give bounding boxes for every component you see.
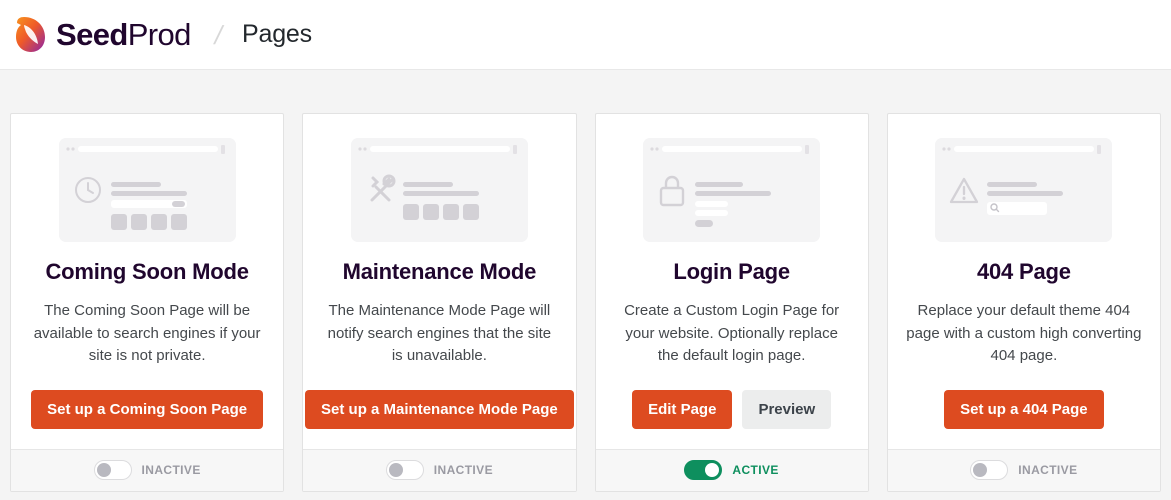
status-toggle[interactable]	[684, 460, 723, 481]
card-body: Coming Soon Mode The Coming Soon Page wi…	[11, 114, 283, 449]
setup-maintenance-mode-page-button[interactable]: Set up a Maintenance Mode Page	[305, 389, 574, 429]
card-body: Login Page Create a Custom Login Page fo…	[596, 114, 868, 449]
coming-soon-thumbnail	[58, 138, 236, 242]
card-login-page: Login Page Create a Custom Login Page fo…	[594, 113, 869, 492]
status-toggle[interactable]	[93, 460, 132, 481]
card-404-page: 404 Page Replace your default theme 404 …	[886, 113, 1161, 492]
status-label: INACTIVE	[433, 463, 493, 478]
seedprod-leaf-logo-icon	[16, 16, 45, 52]
app-header: SeedProd / Pages	[0, 0, 1171, 70]
breadcrumb-separator: /	[211, 19, 226, 50]
status-toggle[interactable]	[385, 460, 424, 481]
card-body: Maintenance Mode The Maintenance Mode Pa…	[303, 114, 575, 449]
login-page-thumbnail	[643, 138, 821, 242]
setup-404-page-button[interactable]: Set up a 404 Page	[944, 389, 1104, 429]
preview-login-page-button[interactable]: Preview	[742, 389, 832, 429]
page-title: Pages	[242, 20, 312, 48]
brand-name-bold: Seed	[56, 17, 128, 52]
card-maintenance-mode: Maintenance Mode The Maintenance Mode Pa…	[302, 113, 577, 492]
card-body: 404 Page Replace your default theme 404 …	[888, 114, 1160, 449]
card-title: Login Page	[673, 259, 790, 284]
brand-name: SeedProd	[56, 19, 191, 50]
card-description: Create a Custom Login Page for your webs…	[624, 302, 840, 365]
brand-name-light: Prod	[127, 17, 192, 52]
toggle-knob	[388, 463, 403, 478]
card-description: Replace your default theme 404 page with…	[906, 302, 1142, 365]
card-coming-soon-mode: Coming Soon Mode The Coming Soon Page wi…	[10, 113, 285, 492]
card-description: The Maintenance Mode Page will notify se…	[327, 302, 552, 365]
toggle-knob	[973, 463, 988, 478]
brand[interactable]: SeedProd	[14, 16, 191, 54]
toggle-knob	[96, 463, 111, 478]
status-label: ACTIVE	[732, 463, 779, 478]
card-description: The Coming Soon Page will be available t…	[33, 302, 261, 365]
pages-card-grid: Coming Soon Mode The Coming Soon Page wi…	[0, 70, 1171, 492]
card-title: Maintenance Mode	[342, 259, 537, 284]
card-title: 404 Page	[976, 259, 1071, 284]
setup-coming-soon-page-button[interactable]: Set up a Coming Soon Page	[31, 389, 264, 429]
card-actions: Set up a 404 Page	[944, 389, 1104, 429]
404-page-thumbnail	[935, 138, 1113, 242]
card-status-footer: INACTIVE	[887, 448, 1160, 491]
card-actions: Edit Page Preview	[632, 389, 832, 429]
status-label: INACTIVE	[141, 463, 201, 478]
maintenance-thumbnail	[350, 138, 528, 242]
card-actions: Set up a Maintenance Mode Page	[305, 389, 574, 429]
card-status-footer: INACTIVE	[303, 448, 576, 491]
status-toggle[interactable]	[970, 460, 1009, 481]
card-title: Coming Soon Mode	[45, 259, 249, 284]
edit-login-page-button[interactable]: Edit Page	[632, 389, 733, 429]
status-label: INACTIVE	[1018, 463, 1078, 478]
toggle-knob	[705, 463, 720, 478]
card-actions: Set up a Coming Soon Page	[31, 389, 264, 429]
card-status-footer: INACTIVE	[11, 448, 284, 491]
card-status-footer: ACTIVE	[595, 448, 868, 491]
